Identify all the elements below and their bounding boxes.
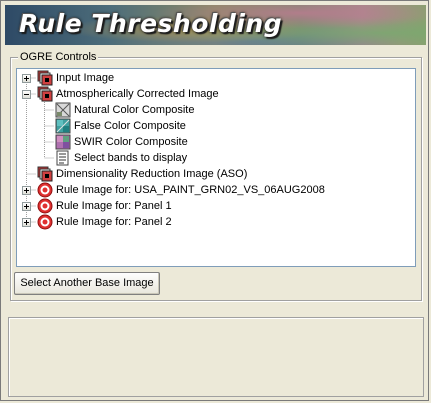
tree-item-label: Input Image [56, 72, 115, 84]
raster-stack-icon [37, 166, 53, 182]
expand-rule-image-panel-2-button[interactable] [22, 218, 31, 227]
banner-title: Rule Thresholding [19, 9, 283, 38]
false-color-composite-icon [55, 118, 71, 134]
ogre-controls-group: OGRE Controls Input Image Atmosphericall… [10, 50, 422, 301]
tree-item-label: Rule Image for: Panel 1 [56, 200, 172, 212]
tree-item-label: Dimensionality Reduction Image (ASO) [56, 168, 248, 180]
tree-item-rule-image-panel-2[interactable]: Rule Image for: Panel 2 [37, 214, 172, 230]
expand-rule-image-panel-1-button[interactable] [22, 202, 31, 211]
tree-item-swir-color-composite[interactable]: SWIR Color Composite [55, 134, 188, 150]
image-tree-view[interactable]: Input Image Atmospherically Corrected Im… [16, 68, 416, 267]
tree-item-input-image[interactable]: Input Image [37, 70, 114, 86]
tree-item-label: Rule Image for: Panel 2 [56, 216, 172, 228]
tree-item-label: Natural Color Composite [74, 104, 195, 116]
expand-rule-image-usa-paint-button[interactable] [22, 186, 31, 195]
tree-item-atmospherically-corrected[interactable]: Atmospherically Corrected Image [37, 86, 219, 102]
target-icon [37, 198, 53, 214]
tree-item-natural-color-composite[interactable]: Natural Color Composite [55, 102, 194, 118]
select-another-base-image-button[interactable]: Select Another Base Image [14, 272, 160, 295]
tree-item-dimensionality-reduction[interactable]: Dimensionality Reduction Image (ASO) [37, 166, 247, 182]
tree-item-select-bands[interactable]: Select bands to display [55, 150, 187, 166]
title-banner: Rule Thresholding [5, 5, 426, 45]
tree-item-label: Select bands to display [74, 152, 188, 164]
tree-item-false-color-composite[interactable]: False Color Composite [55, 118, 186, 134]
tree-item-label: Rule Image for: USA_PAINT_GRN02_VS_06AUG… [56, 184, 325, 196]
swir-composite-icon [55, 134, 71, 150]
tree-item-label: False Color Composite [74, 120, 186, 132]
tree-item-rule-image-usa-paint[interactable]: Rule Image for: USA_PAINT_GRN02_VS_06AUG… [37, 182, 325, 198]
raster-stack-icon [37, 86, 53, 102]
rule-thresholding-window: Rule Thresholding OGRE Controls Input Im… [0, 0, 429, 401]
tree-item-label: Atmospherically Corrected Image [56, 88, 219, 100]
tree-item-rule-image-panel-1[interactable]: Rule Image for: Panel 1 [37, 198, 172, 214]
bottom-panel [8, 317, 424, 397]
group-label: OGRE Controls [18, 50, 99, 64]
natural-color-composite-icon [55, 102, 71, 118]
collapse-atmospherically-corrected-button[interactable] [22, 90, 31, 99]
target-icon [37, 214, 53, 230]
expand-input-image-button[interactable] [22, 74, 31, 83]
tree-item-label: SWIR Color Composite [74, 136, 188, 148]
raster-stack-icon [37, 70, 53, 86]
band-list-icon [55, 150, 71, 166]
target-icon [37, 182, 53, 198]
